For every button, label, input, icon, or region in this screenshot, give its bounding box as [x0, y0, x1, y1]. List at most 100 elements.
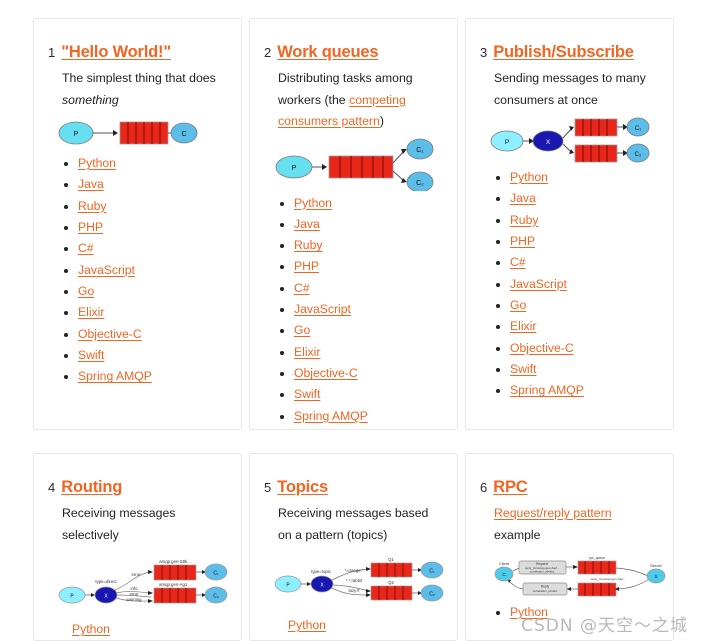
- svg-text:Q2: Q2: [388, 580, 394, 585]
- list-item[interactable]: Spring AMQP: [62, 370, 227, 383]
- card-title-link-2[interactable]: Work queues: [277, 43, 378, 62]
- tutorial-card-3[interactable]: 3 Publish/Subscribe Sending messages to …: [465, 18, 674, 430]
- tutorial-card-4[interactable]: 4 Routing Receiving messages selectively…: [33, 453, 242, 641]
- language-link-csharp[interactable]: C#: [78, 241, 94, 255]
- language-link-ruby[interactable]: Ruby: [510, 213, 538, 227]
- list-item[interactable]: Go: [494, 299, 659, 312]
- card-desc-emphasis-1: something: [62, 92, 119, 107]
- list-item[interactable]: Objective-C: [494, 341, 659, 355]
- list-item[interactable]: Python: [494, 171, 659, 184]
- list-item[interactable]: Ruby: [278, 239, 443, 252]
- svg-text:reply_to=amqp.gen-Xa2...: reply_to=amqp.gen-Xa2...: [591, 577, 626, 581]
- card-desc-lead-3: Sending messages to many consumers at on…: [494, 71, 646, 107]
- list-item[interactable]: JavaScript: [62, 263, 227, 277]
- list-item[interactable]: Python: [278, 196, 443, 210]
- list-item[interactable]: Java: [62, 178, 227, 191]
- list-item[interactable]: Python: [62, 157, 227, 170]
- language-link-spring-amqp[interactable]: Spring AMQP: [294, 409, 368, 423]
- language-link-java[interactable]: Java: [510, 191, 536, 205]
- language-link-go[interactable]: Go: [294, 323, 310, 337]
- svg-text:C₁: C₁: [635, 126, 641, 132]
- card-title-link-3[interactable]: Publish/Subscribe: [493, 43, 634, 62]
- list-item[interactable]: Go: [62, 285, 227, 298]
- language-link-csharp[interactable]: C#: [294, 281, 310, 295]
- list-item[interactable]: Ruby: [62, 199, 227, 213]
- language-link-ruby[interactable]: Ruby: [78, 199, 106, 213]
- card-description-3: Sending messages to many consumers at on…: [494, 68, 659, 111]
- list-item[interactable]: Elixir: [494, 320, 659, 333]
- language-link-php[interactable]: PHP: [294, 259, 319, 273]
- card-number-1: 1: [48, 45, 56, 60]
- svg-text:correlation_id=abc: correlation_id=abc: [533, 589, 558, 593]
- svg-text:error: error: [131, 572, 141, 577]
- language-link-swift[interactable]: Swift: [510, 362, 536, 376]
- language-link-elixir[interactable]: Elixir: [510, 319, 536, 333]
- list-item[interactable]: Go: [278, 324, 443, 337]
- language-link-php[interactable]: PHP: [510, 234, 535, 248]
- language-link-javascript[interactable]: JavaScript: [78, 263, 135, 277]
- card-title-link-1[interactable]: "Hello World!": [61, 43, 171, 62]
- card-title-link-5[interactable]: Topics: [277, 478, 328, 497]
- language-link-php[interactable]: PHP: [78, 220, 103, 234]
- language-link-python[interactable]: Python: [294, 196, 332, 210]
- language-link-python[interactable]: Python: [510, 170, 548, 184]
- svg-text:C₁: C₁: [213, 571, 219, 577]
- card-number-3: 3: [480, 45, 488, 60]
- language-link-swift[interactable]: Swift: [294, 387, 320, 401]
- list-item[interactable]: Swift: [278, 388, 443, 401]
- language-link-csharp[interactable]: C#: [510, 255, 526, 269]
- list-item[interactable]: PHP: [494, 235, 659, 248]
- svg-text:Reply: Reply: [541, 585, 550, 589]
- list-item[interactable]: Ruby: [494, 213, 659, 227]
- language-link-javascript[interactable]: JavaScript: [294, 302, 351, 316]
- list-item[interactable]: Objective-C: [278, 367, 443, 380]
- tutorial-card-1[interactable]: 1 "Hello World!" The simplest thing that…: [33, 18, 242, 430]
- language-link-python[interactable]: Python: [78, 156, 116, 170]
- list-item[interactable]: C#: [62, 242, 227, 255]
- card-title-link-6[interactable]: RPC: [493, 478, 527, 497]
- request-reply-pattern-link[interactable]: Request/reply pattern: [494, 506, 612, 520]
- language-link-javascript[interactable]: JavaScript: [510, 277, 567, 291]
- language-link-objective-c[interactable]: Objective-C: [294, 366, 358, 380]
- list-item[interactable]: Elixir: [62, 306, 227, 319]
- svg-text:amqp.gen-Ag1...: amqp.gen-Ag1...: [159, 582, 191, 587]
- language-link-java[interactable]: Java: [78, 177, 104, 191]
- list-item[interactable]: Swift: [494, 362, 659, 376]
- list-item[interactable]: JavaScript: [494, 277, 659, 291]
- svg-text:C₂: C₂: [213, 594, 219, 600]
- list-item[interactable]: Spring AMQP: [494, 384, 659, 397]
- card-title-link-4[interactable]: Routing: [61, 478, 122, 497]
- card-description-6: Request/reply pattern example: [494, 503, 659, 546]
- language-link-go[interactable]: Go: [510, 298, 526, 312]
- language-list-2: Python Java Ruby PHP C# JavaScript Go El…: [264, 196, 443, 423]
- list-item[interactable]: Java: [278, 217, 443, 231]
- svg-text:info: info: [131, 586, 139, 591]
- language-link-spring-amqp[interactable]: Spring AMQP: [78, 369, 152, 383]
- list-item[interactable]: Elixir: [278, 345, 443, 359]
- list-item[interactable]: Swift: [62, 348, 227, 362]
- card5-python-link[interactable]: Python: [288, 618, 326, 632]
- language-link-ruby[interactable]: Ruby: [294, 238, 322, 252]
- list-item[interactable]: PHP: [278, 260, 443, 273]
- tutorial-card-2[interactable]: 2 Work queues Distributing tasks among w…: [249, 18, 458, 430]
- language-link-objective-c[interactable]: Objective-C: [510, 341, 574, 355]
- list-item[interactable]: PHP: [62, 221, 227, 234]
- language-link-go[interactable]: Go: [78, 284, 94, 298]
- list-item[interactable]: JavaScript: [278, 303, 443, 316]
- card-description-2: Distributing tasks among workers (the co…: [278, 68, 443, 133]
- tutorial-card-5[interactable]: 5 Topics Receiving messages based on a p…: [249, 453, 458, 641]
- list-item[interactable]: Java: [494, 192, 659, 205]
- card4-python-link[interactable]: Python: [72, 622, 110, 636]
- list-item[interactable]: Spring AMQP: [278, 409, 443, 423]
- card-number-5: 5: [264, 480, 272, 495]
- list-item[interactable]: C#: [494, 256, 659, 269]
- language-link-spring-amqp[interactable]: Spring AMQP: [510, 383, 584, 397]
- language-link-objective-c[interactable]: Objective-C: [78, 327, 142, 341]
- language-link-swift[interactable]: Swift: [78, 348, 104, 362]
- language-link-elixir[interactable]: Elixir: [294, 345, 320, 359]
- language-link-java[interactable]: Java: [294, 217, 320, 231]
- list-item[interactable]: Objective-C: [62, 327, 227, 341]
- list-item[interactable]: C#: [278, 281, 443, 295]
- card-title-4: 4 Routing: [48, 478, 227, 497]
- language-link-elixir[interactable]: Elixir: [78, 305, 104, 319]
